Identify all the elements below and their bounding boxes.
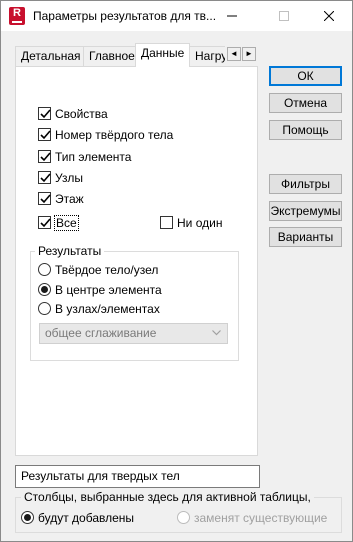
checkbox-label: Свойства [55, 107, 108, 121]
checkbox-box[interactable] [38, 171, 51, 184]
checkbox-box[interactable] [38, 150, 51, 163]
checkbox-label: Узлы [55, 171, 83, 185]
checkmark-icon [40, 194, 51, 204]
checkbox-label: Тип элемента [55, 150, 132, 164]
checkbox-label: Ни один [177, 216, 223, 230]
checkbox-box[interactable] [38, 128, 51, 141]
extremes-button[interactable]: Экстремумы [269, 201, 342, 221]
radio-selected-dot [24, 514, 31, 521]
checkbox-box[interactable] [38, 216, 51, 229]
cancel-button[interactable]: Отмена [269, 93, 342, 113]
tab-data[interactable]: Данные [135, 43, 191, 67]
chevron-down-icon [212, 330, 221, 336]
checkbox-label: Номер твёрдого тела [55, 128, 174, 142]
filters-button[interactable]: Фильтры [269, 174, 342, 194]
radio-circle [177, 511, 190, 524]
results-group-title: Результаты [35, 245, 105, 257]
table-name-field[interactable]: Результаты для твердых тел [15, 465, 260, 488]
tab-loads[interactable]: Нагру [189, 46, 225, 66]
minimize-icon [227, 15, 237, 17]
checkmark-icon [40, 109, 51, 119]
checkbox-box[interactable] [38, 192, 51, 205]
tab-scroll-right-button[interactable]: ► [242, 47, 256, 61]
checkbox-label: Все [54, 215, 79, 231]
radio-label: будут добавлены [38, 511, 135, 525]
radio-label: В узлах/элементах [55, 302, 160, 316]
radio-label: заменят существующие [194, 511, 328, 525]
dialog-window: R Параметры результатов для тв... Деталь… [0, 0, 353, 542]
ok-button[interactable]: ОК [269, 66, 342, 86]
radio-selected-dot [41, 286, 48, 293]
radio-circle[interactable] [38, 263, 51, 276]
help-button[interactable]: Помощь [269, 120, 342, 140]
maximize-button [261, 1, 307, 31]
tab-detailed[interactable]: Детальная [15, 46, 87, 66]
checkbox-box[interactable] [160, 216, 173, 229]
tab-scroll-left-button[interactable]: ◄ [227, 47, 241, 61]
radio-label: В центре элемента [55, 283, 162, 297]
checkmark-icon [40, 130, 51, 140]
checkmark-icon [40, 218, 51, 228]
radio-circle[interactable] [21, 511, 34, 524]
checkmark-icon [40, 152, 51, 162]
radio-label: Твёрдое тело/узел [55, 263, 159, 277]
tab-main[interactable]: Главное [83, 46, 141, 66]
radio-circle[interactable] [38, 302, 51, 315]
radio-circle[interactable] [38, 283, 51, 296]
checkbox-box[interactable] [38, 107, 51, 120]
app-logo-icon: R [9, 7, 25, 25]
title-bar[interactable]: R Параметры результатов для тв... [1, 1, 352, 31]
smoothing-select: общее сглаживание [39, 323, 228, 344]
columns-group-title: Столбцы, выбранные здесь для активной та… [21, 491, 314, 504]
close-button[interactable] [306, 1, 352, 31]
smoothing-select-value: общее сглаживание [45, 326, 157, 340]
tab-loads-clip: Нагру [189, 46, 225, 66]
checkmark-icon [40, 173, 51, 183]
close-icon [323, 10, 335, 22]
variants-button[interactable]: Варианты [269, 227, 342, 247]
maximize-icon [279, 11, 289, 21]
checkbox-label: Этаж [55, 192, 84, 206]
minimize-button[interactable] [209, 1, 255, 31]
